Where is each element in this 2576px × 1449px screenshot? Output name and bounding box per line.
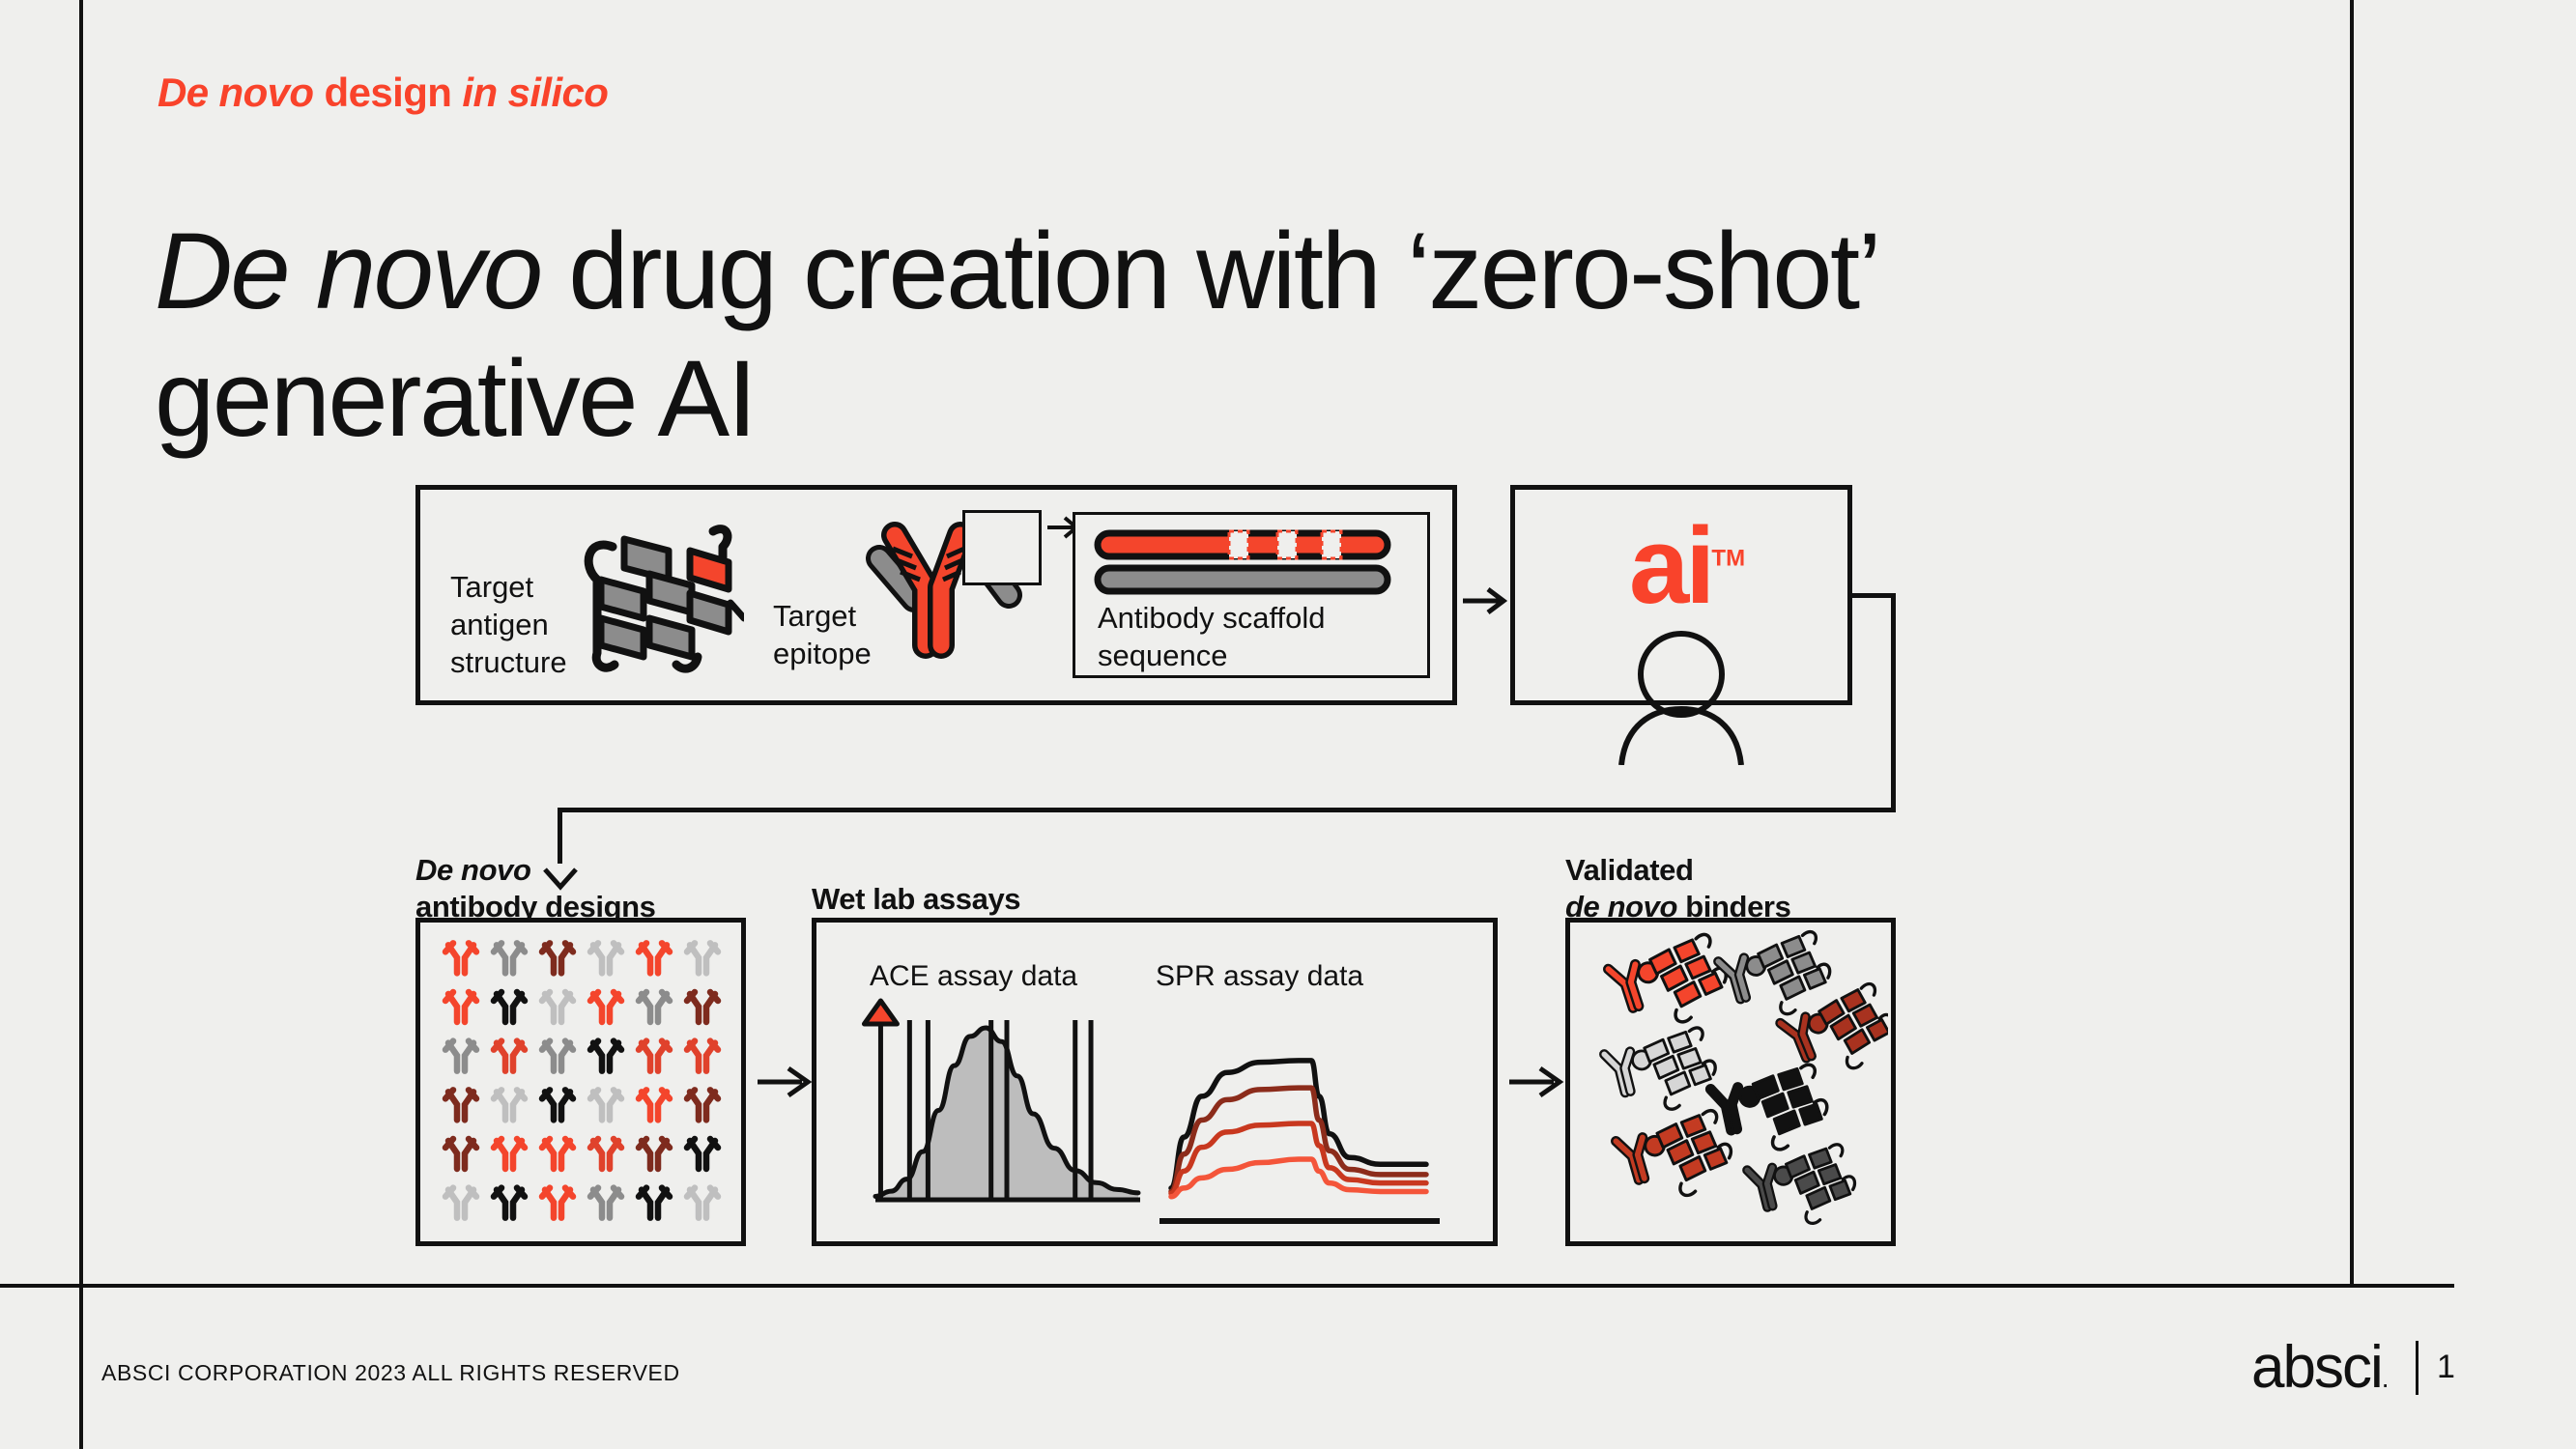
antibody-icon [538, 940, 577, 977]
inputs-to-ai-arrow-icon [1463, 587, 1507, 614]
ace-threshold-arrow [861, 998, 900, 1027]
antibody-icon [587, 988, 625, 1026]
eyebrow-in-silico: in silico [462, 70, 609, 115]
binder-complex-icon [1611, 1109, 1733, 1198]
connector-right-down-segment [1891, 593, 1896, 811]
page-title: De novo drug creation with ‘zero-shot’ g… [155, 208, 2193, 463]
antibody-icon [490, 1037, 529, 1074]
connector-ai-right-segment [1852, 593, 1896, 598]
antibody-icon [587, 940, 625, 977]
antibody-icon [635, 1087, 673, 1123]
copyright-text: ABSCI CORPORATION 2023 ALL RIGHTS RESERV… [101, 1360, 680, 1385]
antibody-icon [442, 940, 480, 977]
eyebrow-de-novo: De novo [157, 70, 314, 115]
antibody-icon [587, 1184, 625, 1221]
antibody-icon [683, 1135, 722, 1173]
antibody-icon [490, 1087, 529, 1123]
antibody-icon [635, 1135, 673, 1173]
antibody-icon [683, 940, 722, 977]
antibody-icon [442, 1037, 480, 1074]
validated-binders-illustration [1599, 930, 1888, 1225]
slide-canvas: De novo design in silico De novo drug cr… [0, 0, 2576, 1449]
antibody-icon [635, 1037, 673, 1074]
spr-assay-chart-label: SPR assay data [1156, 960, 1364, 992]
binder-complex-icon [1603, 932, 1728, 1024]
absci-ai-logo: aiTM [1629, 512, 1745, 620]
binder-complex-icon [1742, 1143, 1857, 1225]
frame-left-rule [79, 0, 83, 1449]
binder-complex-icon [1599, 1026, 1717, 1111]
validated-binders-title: Validated de novo binders [1565, 852, 1791, 925]
absci-wordmark-text: absci [2251, 1334, 2384, 1401]
antibody-icon [635, 940, 673, 977]
antibody-icon [683, 988, 722, 1026]
antibody-icon [538, 988, 577, 1026]
epitope-zoom-frame [962, 510, 1042, 585]
target-antigen-label: Target antigen structure [450, 570, 567, 680]
spr-assay-chart [1159, 1058, 1440, 1224]
validated-binders-title-top: Validated [1565, 853, 1694, 887]
antibody-icon [683, 1184, 722, 1221]
antibody-icon [490, 988, 529, 1026]
antibody-icon [635, 1184, 673, 1221]
ai-logo-tm: TM [1711, 545, 1746, 572]
title-de-novo: De novo [155, 211, 543, 332]
connector-horizontal-back-segment [558, 808, 1896, 812]
antibody-scaffold-sequence-icon [1094, 529, 1391, 595]
antibody-icon [490, 1184, 529, 1221]
de-novo-designs-title: De novo antibody designs [415, 852, 656, 925]
antibody-icon [587, 1087, 625, 1123]
antibody-icon [587, 1135, 625, 1173]
antibody-icon [442, 1135, 480, 1173]
antibody-scaffold-label: Antibody scaffold sequence [1098, 601, 1326, 673]
target-antigen-structure-icon [584, 525, 744, 673]
ai-logo-text: ai [1629, 505, 1715, 626]
antibody-icon [538, 1087, 577, 1123]
assays-to-validated-arrow-icon [1509, 1065, 1564, 1098]
scientist-person-icon [1618, 631, 1744, 765]
antibody-icon [538, 1135, 577, 1173]
antibody-icon [538, 1184, 577, 1221]
designs-to-assays-arrow-icon [758, 1065, 813, 1098]
antibody-icon [683, 1087, 722, 1123]
antibody-icon [442, 1184, 480, 1221]
wet-lab-assays-title: Wet lab assays [812, 882, 1021, 916]
decorative-edge-strip [2454, 0, 2576, 1449]
eyebrow-design: design [313, 70, 463, 115]
frame-right-rule [2350, 0, 2354, 1285]
antibody-icon [442, 988, 480, 1026]
antibody-icon [635, 988, 673, 1026]
footer-divider [2416, 1341, 2419, 1395]
antibody-icon [587, 1037, 625, 1074]
ace-assay-chart [861, 998, 1141, 1203]
antibody-icon [490, 1135, 529, 1173]
ace-assay-chart-label: ACE assay data [870, 960, 1078, 992]
strip-background [2454, 0, 2576, 1449]
slide-eyebrow: De novo design in silico [157, 70, 609, 116]
antibody-icon [442, 1087, 480, 1123]
absci-wordmark: absci. [2251, 1333, 2390, 1402]
de-novo-designs-title-italic: De novo [415, 853, 531, 887]
frame-bottom-rule [0, 1284, 2474, 1288]
antibody-icon [538, 1037, 577, 1074]
antibody-icon [490, 940, 529, 977]
antibody-icon [683, 1037, 722, 1074]
absci-wordmark-dot: . [2381, 1363, 2390, 1393]
antibody-design-grid [437, 935, 727, 1229]
